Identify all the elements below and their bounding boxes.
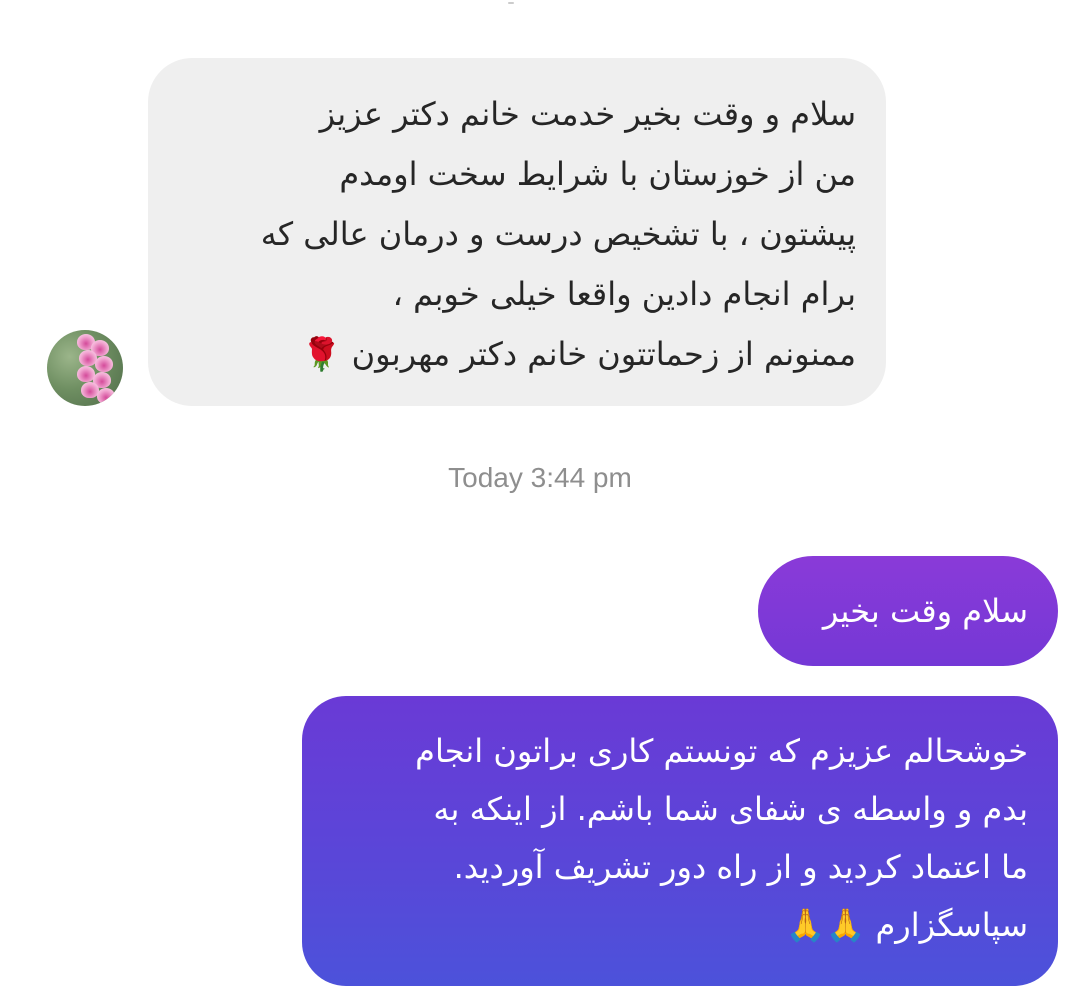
outgoing-message-line: بدم و واسطه ی شفای شما باشم. از اینکه به bbox=[433, 790, 1028, 828]
outgoing-message-bubble[interactable]: خوشحالم عزیزم که تونستم کاری براتون انجا… bbox=[302, 696, 1058, 986]
incoming-message-line: من از خوزستان با شرایط سخت اومدم bbox=[339, 155, 856, 193]
top-indicator bbox=[508, 2, 514, 4]
outgoing-message-line: ما اعتماد کردید و از راه دور تشریف آوردی… bbox=[453, 848, 1028, 886]
incoming-message-line: سلام و وقت بخیر خدمت خانم دکتر عزیز bbox=[319, 95, 856, 133]
incoming-message-line: ممنونم از زحماتتون خانم دکتر مهربون 🌹 bbox=[301, 335, 856, 373]
outgoing-message-line: خوشحالم عزیزم که تونستم کاری براتون انجا… bbox=[415, 732, 1028, 770]
outgoing-message-line: سلام وقت بخیر bbox=[822, 592, 1028, 630]
outgoing-message-line: سپاسگزارم 🙏🙏 bbox=[785, 906, 1028, 944]
incoming-message-bubble[interactable]: سلام و وقت بخیر خدمت خانم دکتر عزیز من ا… bbox=[148, 58, 886, 406]
incoming-message-line: برام انجام دادین واقعا خیلی خوبم ، bbox=[392, 275, 856, 313]
incoming-message-line: پیشتون ، با تشخیص درست و درمان عالی که bbox=[260, 215, 856, 253]
flower-avatar-icon[interactable] bbox=[47, 330, 123, 406]
message-timestamp: Today 3:44 pm bbox=[448, 462, 632, 493]
chat-thread: سلام و وقت بخیر خدمت خانم دکتر عزیز من ا… bbox=[0, 0, 1080, 1005]
outgoing-message-bubble[interactable]: سلام وقت بخیر bbox=[758, 556, 1058, 666]
